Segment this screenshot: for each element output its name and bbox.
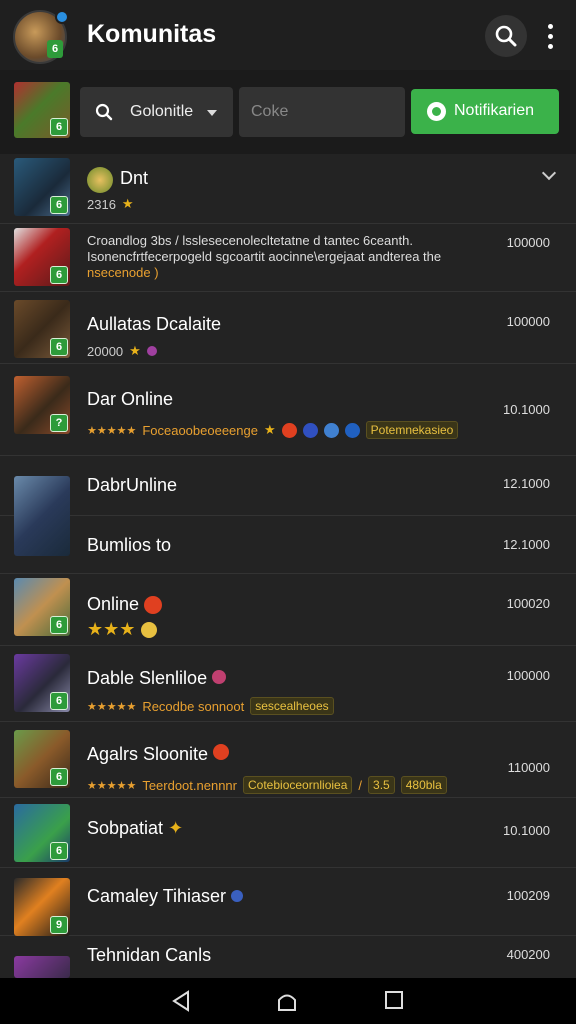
item-title: Agalrs Sloonite bbox=[87, 744, 230, 765]
list-item[interactable]: 9 Camaley Tihiaser 100209 bbox=[0, 868, 576, 936]
game-thumbnail: 6 bbox=[14, 654, 70, 712]
item-title: Dable Slenliloe bbox=[87, 668, 227, 689]
item-subtitle: ★★★★★ Foceaoobeoeeenge ★ Potemnekasieo bbox=[87, 421, 459, 439]
status-badge: 480bla bbox=[400, 776, 447, 794]
game-thumbnail: 6 bbox=[14, 228, 70, 286]
list-item[interactable]: 6 Dable Slenliloe ★★★★★ Recodbe sonnoot … bbox=[0, 646, 576, 722]
game-thumbnail: 6 bbox=[14, 158, 70, 216]
item-count: 110000 bbox=[507, 760, 550, 775]
list-item[interactable]: ? Dar Online ★★★★★ Foceaoobeoeeenge ★ Pot… bbox=[0, 364, 576, 456]
item-subtitle: ★★★★★ Teerdoot.nennnr Cotebioceornlioiea… bbox=[87, 776, 447, 794]
list-item[interactable]: 6 Dnt 2316 ★ bbox=[0, 154, 576, 224]
home-icon[interactable] bbox=[276, 990, 298, 1012]
chevron-down-icon bbox=[207, 110, 217, 116]
status-badge: Cotebioceornlioiea bbox=[243, 776, 353, 794]
item-count: 100000 bbox=[506, 668, 550, 683]
item-count: 100209 bbox=[506, 888, 550, 903]
list-item[interactable]: 6 Aullatas Dcalaite 20000 ★ 100000 bbox=[0, 292, 576, 364]
shield-icon: 6 bbox=[50, 196, 68, 214]
game-thumbnail[interactable]: 6 bbox=[14, 82, 70, 138]
shield-icon: 6 bbox=[47, 40, 63, 58]
item-title: Sobpatiat ✦ bbox=[87, 818, 184, 838]
search-button[interactable] bbox=[485, 15, 527, 57]
item-count: 12.1000 bbox=[503, 537, 550, 552]
dropdown-label: Golonitle bbox=[130, 103, 194, 120]
shield-icon: 6 bbox=[50, 338, 68, 356]
item-rating: ★★★ bbox=[87, 619, 158, 640]
search-icon bbox=[495, 25, 517, 47]
notification-label: Notifikarien bbox=[454, 102, 535, 119]
item-title: DabrUnline bbox=[87, 475, 178, 495]
notification-button[interactable]: Notifikarien bbox=[411, 89, 559, 134]
item-subtitle: 20000 ★ bbox=[87, 343, 157, 359]
item-title: Tehnidan Canls bbox=[87, 945, 212, 965]
item-count: 12.1000 bbox=[503, 476, 550, 491]
item-count: 10.1000 bbox=[503, 823, 550, 838]
list-item[interactable]: DabrUnline 12.1000 bbox=[0, 456, 576, 556]
item-title: Dar Online bbox=[87, 389, 174, 409]
status-badge: sescealheoes bbox=[250, 697, 334, 715]
back-icon[interactable] bbox=[170, 990, 192, 1012]
list-item[interactable]: Bumlios to 12.1000 bbox=[0, 516, 576, 574]
game-thumbnail: 6 bbox=[14, 804, 70, 862]
shield-icon: 6 bbox=[50, 692, 68, 710]
user-avatar[interactable]: 6 bbox=[13, 10, 69, 64]
shield-icon: ? bbox=[50, 414, 68, 432]
item-title: Dnt bbox=[120, 168, 149, 188]
item-count: 100000 bbox=[506, 314, 550, 329]
shield-icon: 9 bbox=[50, 916, 68, 934]
game-thumbnail bbox=[14, 956, 70, 978]
small-avatar bbox=[87, 167, 113, 193]
item-count: 400200 bbox=[506, 947, 550, 962]
game-thumbnail: ? bbox=[14, 376, 70, 434]
search-icon bbox=[95, 103, 113, 121]
status-badge: Potemnekasieo bbox=[365, 421, 459, 439]
online-badge bbox=[55, 10, 69, 24]
item-count: 100020 bbox=[506, 596, 550, 611]
filter-bar: 6 Golonitle Notifikarien bbox=[0, 70, 576, 154]
shield-icon: 6 bbox=[50, 616, 68, 634]
list-item[interactable]: Tehnidan Canls 400200 bbox=[0, 936, 576, 978]
more-vert-icon[interactable] bbox=[540, 22, 560, 50]
list-item[interactable]: 6 Agalrs Sloonite ★★★★★ Teerdoot.nennnr … bbox=[0, 722, 576, 798]
filter-input[interactable] bbox=[239, 87, 405, 137]
game-thumbnail: 6 bbox=[14, 300, 70, 358]
shield-icon: 6 bbox=[50, 842, 68, 860]
item-text: Croandlog 3bs / lsslesecenolecltetatne d… bbox=[87, 233, 442, 280]
game-thumbnail: 6 bbox=[14, 578, 70, 636]
item-subtitle: ★★★★★ Recodbe sonnoot sescealheoes bbox=[87, 697, 334, 715]
recents-icon[interactable] bbox=[384, 990, 404, 1010]
item-count: 10.1000 bbox=[503, 402, 550, 417]
shield-icon: 6 bbox=[50, 118, 68, 136]
system-nav-bar bbox=[0, 978, 576, 1024]
item-count: 100000 bbox=[506, 235, 550, 250]
notification-icon bbox=[427, 102, 446, 121]
list-item[interactable]: 6 Online ★★★ 100020 bbox=[0, 574, 576, 646]
app-bar: 6 Komunitas bbox=[0, 0, 576, 70]
page-title: Komunitas bbox=[87, 20, 217, 48]
item-subtitle: 2316 ★ bbox=[87, 196, 134, 212]
list-item[interactable]: 6 Croandlog 3bs / lsslesecenolecltetatne… bbox=[0, 224, 576, 292]
shield-icon: 6 bbox=[50, 266, 68, 284]
shield-icon: 6 bbox=[50, 768, 68, 786]
item-title: Camaley Tihiaser bbox=[87, 886, 244, 907]
status-badge: 3.5 bbox=[368, 776, 395, 794]
item-title: Aullatas Dcalaite bbox=[87, 314, 222, 334]
item-title: Bumlios to bbox=[87, 535, 172, 555]
community-dropdown[interactable]: Golonitle bbox=[80, 87, 233, 137]
chevron-down-icon[interactable] bbox=[541, 165, 557, 181]
list-item[interactable]: 6 Sobpatiat ✦ 10.1000 bbox=[0, 798, 576, 868]
game-thumbnail: 9 bbox=[14, 878, 70, 936]
game-thumbnail: 6 bbox=[14, 730, 70, 788]
item-title: Online bbox=[87, 594, 163, 615]
